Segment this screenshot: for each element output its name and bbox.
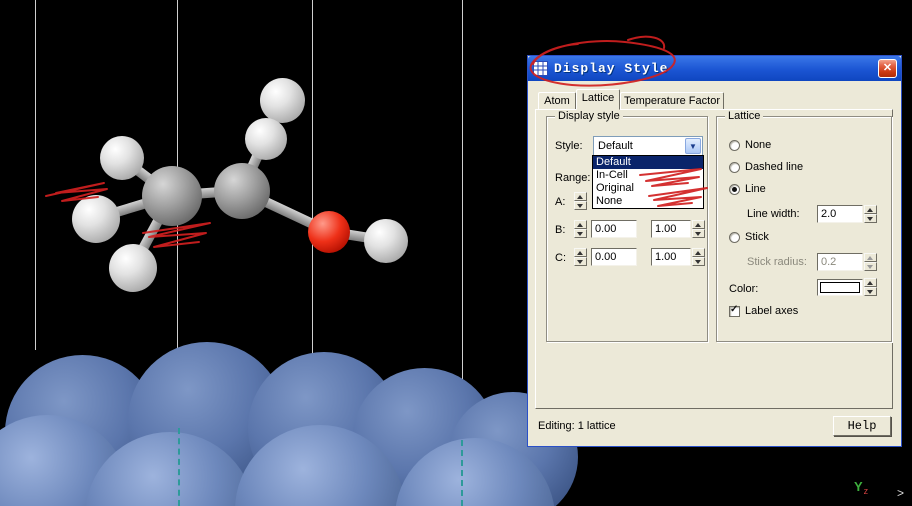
carbon-atom[interactable] xyxy=(214,163,270,219)
range-c-label: C: xyxy=(555,252,566,264)
spinner-up-button[interactable] xyxy=(692,220,705,229)
close-icon: ✕ xyxy=(882,62,893,74)
spinner-down-button[interactable] xyxy=(574,257,587,266)
spinner-down-button[interactable] xyxy=(692,229,705,238)
radio-line-label: Line xyxy=(745,183,766,195)
range-c-max-spinner[interactable] xyxy=(692,248,705,266)
radio-line[interactable] xyxy=(729,184,740,195)
close-button[interactable]: ✕ xyxy=(878,59,897,78)
line-width-field[interactable]: 2.0 xyxy=(817,205,863,223)
tab-label: Temperature Factor xyxy=(624,95,720,107)
range-b-label: B: xyxy=(555,224,566,236)
style-dropdown[interactable]: Default ▼ xyxy=(593,136,703,156)
spinner-up-button[interactable] xyxy=(864,205,877,214)
radio-stick-label: Stick xyxy=(745,231,769,243)
dialog-titlebar[interactable]: Display Style ✕ xyxy=(528,56,901,81)
range-c-spinner[interactable] xyxy=(574,248,587,266)
tab-label: Atom xyxy=(544,95,570,107)
spinner-up-button[interactable] xyxy=(574,220,587,229)
tab-temperature-factor[interactable]: Temperature Factor xyxy=(620,92,724,109)
range-label: Range: xyxy=(555,172,591,184)
axis-z-label: z xyxy=(863,486,869,496)
check-icon: ✓ xyxy=(730,304,739,315)
stick-radius-label: Stick radius: xyxy=(747,256,807,268)
stick-radius-field: 0.2 xyxy=(817,253,863,271)
help-button[interactable]: Help xyxy=(833,416,891,436)
range-b-max-field[interactable]: 1.00 xyxy=(651,220,691,238)
lattice-line xyxy=(312,0,313,360)
corner-glyph: > xyxy=(897,486,905,500)
radio-dashed-line[interactable] xyxy=(729,162,740,173)
display-style-group: Display style Style: Default ▼ Range: A:… xyxy=(546,110,708,342)
color-label: Color: xyxy=(729,283,759,295)
axis-y-label: Y xyxy=(854,479,863,494)
hydrogen-atom[interactable] xyxy=(364,219,408,263)
line-width-spinner[interactable] xyxy=(864,205,877,223)
style-dropdown-list: Default In-Cell Original None xyxy=(592,155,704,209)
hydrogen-atom[interactable] xyxy=(100,136,144,180)
range-c-max-field[interactable]: 1.00 xyxy=(651,248,691,266)
style-label: Style: xyxy=(555,140,583,152)
lattice-group: Lattice None Dashed line Line Line width… xyxy=(716,110,892,342)
tab-lattice[interactable]: Lattice xyxy=(576,89,620,110)
spinner-up-button[interactable] xyxy=(692,248,705,257)
hydrogen-atom[interactable] xyxy=(72,195,120,243)
carbon-atom[interactable] xyxy=(142,166,202,226)
group-label: Display style xyxy=(555,110,623,122)
range-b-spinner[interactable] xyxy=(574,220,587,238)
dialog-icon xyxy=(533,61,548,76)
tab-label: Lattice xyxy=(581,92,615,104)
status-text: Editing: 1 lattice xyxy=(538,420,616,432)
spinner-down-button xyxy=(864,262,877,271)
spinner-up-button[interactable] xyxy=(574,248,587,257)
dropdown-option[interactable]: Original xyxy=(593,182,703,195)
spinner-down-button[interactable] xyxy=(864,214,877,223)
dropdown-option[interactable]: In-Cell xyxy=(593,169,703,182)
color-swatch xyxy=(820,282,860,293)
range-b-max-spinner[interactable] xyxy=(692,220,705,238)
chevron-down-icon: ▼ xyxy=(689,142,697,151)
spinner-up-button[interactable] xyxy=(574,192,587,201)
oxygen-atom[interactable] xyxy=(308,211,350,253)
style-dropdown-value: Default xyxy=(598,140,633,152)
range-c-min-field[interactable]: 0.00 xyxy=(591,248,637,266)
radio-stick[interactable] xyxy=(729,232,740,243)
dropdown-arrow-button[interactable]: ▼ xyxy=(685,138,701,154)
radio-none-label: None xyxy=(745,139,772,151)
lattice-dashed-segment xyxy=(461,440,463,506)
dropdown-option[interactable]: Default xyxy=(593,156,703,169)
spinner-up-button[interactable] xyxy=(864,278,877,287)
group-label: Lattice xyxy=(725,110,764,122)
hydrogen-atom[interactable] xyxy=(109,244,157,292)
display-style-dialog: Display Style ✕ Atom Lattice Temperature… xyxy=(527,55,902,447)
line-width-label: Line width: xyxy=(747,208,800,220)
spinner-down-button[interactable] xyxy=(864,287,877,296)
dialog-title: Display Style xyxy=(554,61,669,76)
range-a-label: A: xyxy=(555,196,566,208)
hydrogen-atom[interactable] xyxy=(260,78,305,123)
spinner-down-button[interactable] xyxy=(574,229,587,238)
range-b-min-field[interactable]: 0.00 xyxy=(591,220,637,238)
label-axes-checkbox[interactable]: ✓ xyxy=(729,304,740,317)
axis-indicator: Yz xyxy=(854,478,869,496)
dropdown-option[interactable]: None xyxy=(593,195,703,208)
radio-none[interactable] xyxy=(729,140,740,151)
hydrogen-atom[interactable] xyxy=(245,118,287,160)
label-axes-label: Label axes xyxy=(745,305,799,317)
tab-atom[interactable]: Atom xyxy=(538,92,576,109)
spinner-up-button xyxy=(864,253,877,262)
lattice-line xyxy=(35,0,36,350)
spinner-down-button[interactable] xyxy=(574,201,587,210)
lattice-dashed-segment xyxy=(178,428,180,506)
application-canvas: Yz > Display Style ✕ Atom Lattice Temper… xyxy=(0,0,912,506)
range-a-spinner[interactable] xyxy=(574,192,587,210)
color-spinner[interactable] xyxy=(864,278,877,296)
radio-dashed-line-label: Dashed line xyxy=(745,161,804,173)
color-swatch-button[interactable] xyxy=(817,279,863,296)
stick-radius-spinner xyxy=(864,253,877,271)
spinner-down-button[interactable] xyxy=(692,257,705,266)
